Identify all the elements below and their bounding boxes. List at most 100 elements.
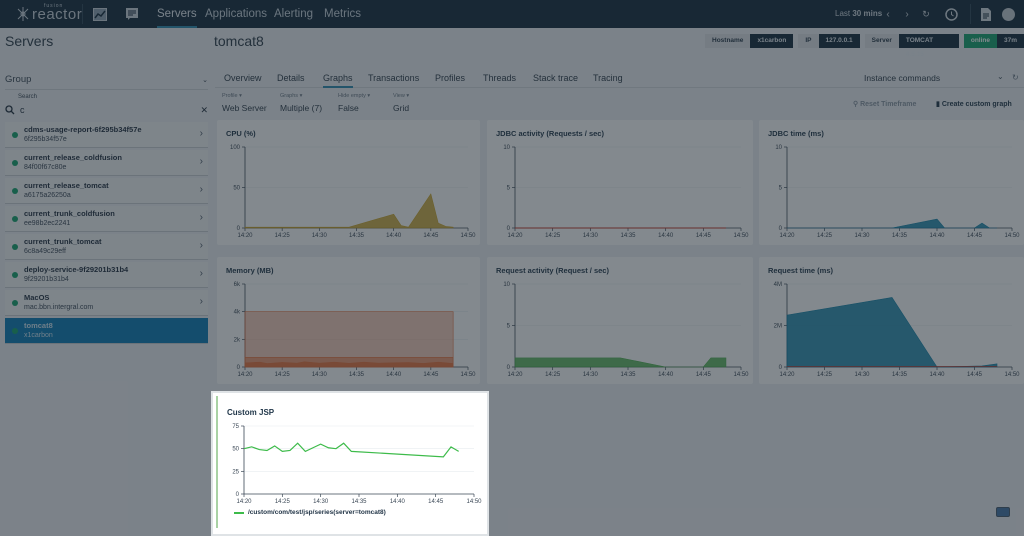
y-tick-label: 50 xyxy=(232,447,239,453)
status-dot xyxy=(12,160,18,166)
time-range[interactable]: Last 30 mins xyxy=(835,0,882,28)
custom-jsp-chart: 0 25 50 75 14:20 14:25 14:30 14:35 14:40 14:45 14:… xyxy=(232,424,482,505)
clear-search-icon[interactable]: ✕ xyxy=(200,105,208,116)
nav-metrics[interactable]: Metrics xyxy=(324,0,361,28)
series-area xyxy=(786,297,998,368)
tab-details[interactable]: Details xyxy=(277,73,305,83)
server-list-item[interactable]: cdms-usage-report-6f295b34f57e 6f295b34f5… xyxy=(5,122,208,148)
tab-profiles[interactable]: Profiles xyxy=(435,73,465,83)
divider xyxy=(970,4,971,24)
search-input[interactable]: c ✕ xyxy=(5,102,208,118)
tab-stack-trace[interactable]: Stack trace xyxy=(533,73,578,83)
status-dot xyxy=(12,244,18,250)
y-tick-label: 4k xyxy=(234,310,241,316)
tab-tracing[interactable]: Tracing xyxy=(593,73,623,83)
tab-overview[interactable]: Overview xyxy=(224,73,262,83)
series-area xyxy=(787,218,997,229)
messages-icon[interactable] xyxy=(124,6,140,22)
server-list-item[interactable]: current_release_coldfusion 84f00f67c80e › xyxy=(5,150,208,176)
server-list-item[interactable]: MacOS mac.bbn.intergral.com › xyxy=(5,290,208,316)
server-list-item[interactable]: current_release_tomcat a6175a26250a › xyxy=(5,178,208,204)
server-list-item-selected[interactable]: tomcat8 x1carbon xyxy=(5,318,208,344)
chevron-left-icon[interactable]: ‹ xyxy=(880,6,896,22)
chevron-right-icon: › xyxy=(199,296,203,307)
status-dot xyxy=(12,188,18,194)
status-dot xyxy=(12,328,18,334)
nav-applications[interactable]: Applications xyxy=(205,0,267,28)
chevron-down-icon: ⌄ xyxy=(202,76,208,84)
x-tick-label: 14:50 xyxy=(460,233,476,239)
y-tick-label: 10 xyxy=(503,282,510,288)
create-custom-graph-button[interactable]: ▮ Create custom graph xyxy=(936,100,1012,108)
x-tick-label: 14:25 xyxy=(275,372,291,378)
x-tick-label: 14:30 xyxy=(583,233,599,239)
y-tick-label: 10 xyxy=(503,145,510,151)
refresh-icon[interactable]: ↻ xyxy=(918,6,934,22)
chevron-right-icon: › xyxy=(199,268,203,279)
x-tick-label: 14:25 xyxy=(817,233,833,239)
x-tick-label: 14:20 xyxy=(507,233,523,239)
x-tick-label: 14:25 xyxy=(275,233,291,239)
y-tick-label: 100 xyxy=(230,145,241,151)
clock-icon[interactable] xyxy=(943,6,959,22)
status-badge: online 37m xyxy=(963,34,1024,48)
server-type-badge: Server TOMCAT 8.5.15 xyxy=(864,34,959,58)
custom-jsp-card[interactable]: Custom JSP 0 25 50 75 14:20 14:25 14:30 14:35 14… xyxy=(211,391,489,536)
graphs-filter-label: Graphs ▾ xyxy=(280,93,303,99)
profile-filter[interactable]: Web Server xyxy=(222,103,267,113)
user-avatar[interactable] xyxy=(1000,6,1016,22)
server-list-item[interactable]: current_trunk_coldfusion ee98b2ec2241 › xyxy=(5,206,208,232)
y-tick-label: 5 xyxy=(507,186,511,192)
hide-empty-filter[interactable]: False xyxy=(338,103,359,113)
chat-icon[interactable] xyxy=(996,507,1010,517)
x-tick-label: 14:40 xyxy=(658,233,674,239)
tab-threads[interactable]: Threads xyxy=(483,73,516,83)
x-tick-label: 14:35 xyxy=(620,372,636,378)
profile-filter-label: Profile ▾ xyxy=(222,93,242,99)
series-area xyxy=(514,357,727,368)
y-tick-label: 2k xyxy=(234,337,241,343)
server-title: tomcat8 xyxy=(214,33,264,49)
top-bar: fusion reactor Servers Applications Aler… xyxy=(0,0,1024,28)
x-tick-label: 14:20 xyxy=(236,499,252,505)
graphs-filter[interactable]: Multiple (7) xyxy=(280,103,322,113)
chevron-right-icon: › xyxy=(199,240,203,251)
nav-alerting[interactable]: Alerting xyxy=(274,0,313,28)
y-tick-label: 0 xyxy=(237,226,241,232)
y-tick-label: 50 xyxy=(233,186,240,192)
x-tick-label: 14:45 xyxy=(696,372,712,378)
chevron-right-icon: › xyxy=(199,212,203,223)
reset-timeframe-button[interactable]: ⚲ Reset Timeframe xyxy=(853,100,916,108)
y-tick-label: 0 xyxy=(507,365,511,371)
tab-transactions[interactable]: Transactions xyxy=(368,73,419,83)
legend-label: /custom/com/test/jsp/series(server=tomca… xyxy=(248,509,386,516)
restart-icon[interactable]: ↻ xyxy=(1012,73,1019,82)
nav-servers[interactable]: Servers xyxy=(157,0,197,28)
series-line xyxy=(243,442,459,458)
server-list: cdms-usage-report-6f295b34f57e 6f295b34f5… xyxy=(5,122,208,346)
tab-graphs[interactable]: Graphs xyxy=(323,73,353,88)
reactor-logo-icon xyxy=(17,7,29,21)
graph-view-icon[interactable] xyxy=(92,6,108,22)
request-time-chart: 0 2M 4M 14:20 14:25 14:30 14:35 14:40 14:45 14:50 xyxy=(774,282,1021,378)
x-tick-label: 14:40 xyxy=(658,372,674,378)
section-title: Servers xyxy=(5,33,54,49)
chart-legend[interactable]: /custom/com/test/jsp/series(server=tomca… xyxy=(234,509,386,516)
x-tick-label: 14:30 xyxy=(583,372,599,378)
server-list-item[interactable]: current_trunk_tomcat 6c8a49c29eff › xyxy=(5,234,208,260)
logo-small-text: fusion xyxy=(44,3,64,9)
fusionreactor-logo[interactable]: fusion reactor xyxy=(16,3,82,23)
chart-card-custom-jsp: Custom JSP 0 25 50 75 14:20 14:25 14:30 14:35 14… xyxy=(218,396,484,526)
group-select[interactable]: Group ⌄ xyxy=(5,70,208,90)
x-tick-label: 14:50 xyxy=(466,499,482,505)
y-tick-label: 2M xyxy=(774,324,782,330)
server-list-item[interactable]: deploy-service-9f29201b31b4 9f29201b31b4 › xyxy=(5,262,208,288)
view-filter[interactable]: Grid xyxy=(393,103,409,113)
document-icon[interactable] xyxy=(978,6,994,22)
x-tick-label: 14:20 xyxy=(779,372,795,378)
instance-commands-select[interactable]: Instance commands xyxy=(864,73,940,83)
x-tick-label: 14:20 xyxy=(779,233,795,239)
chevron-down-icon[interactable]: ⌄ xyxy=(997,72,1004,81)
y-tick-label: 0 xyxy=(507,226,511,232)
chevron-right-icon[interactable]: › xyxy=(899,6,915,22)
